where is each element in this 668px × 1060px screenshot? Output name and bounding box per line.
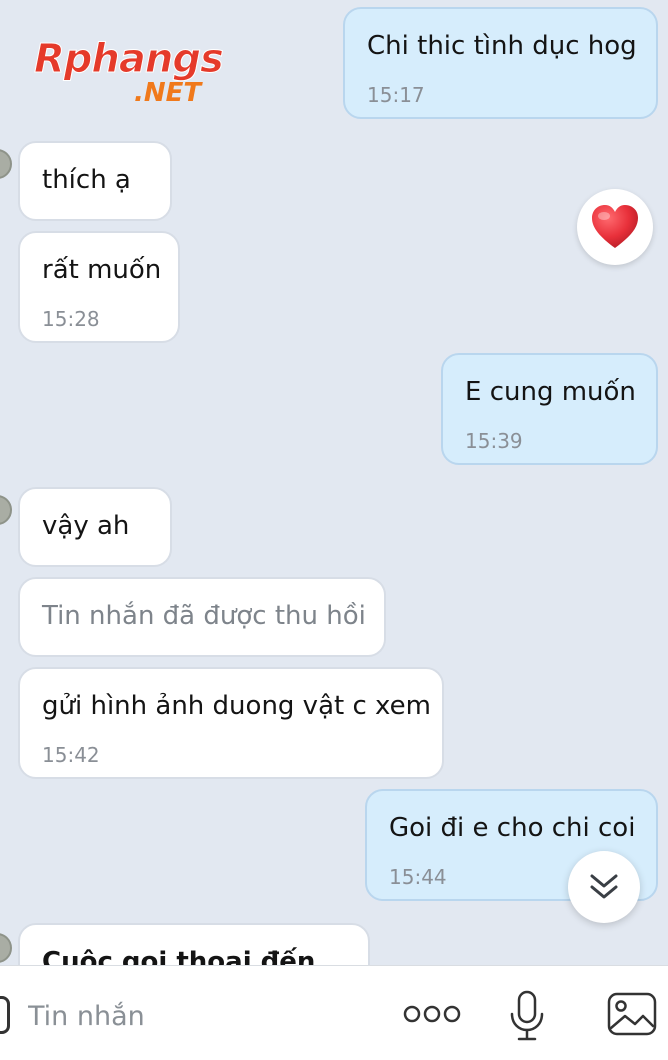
voice-message-button[interactable]: [505, 988, 549, 1044]
message-bubble-incoming[interactable]: rất muốn 15:28: [18, 231, 180, 343]
watermark-logo: Rphangs .NET: [34, 36, 244, 116]
logo-main: Rphangs: [34, 36, 225, 83]
logo-sub: .NET: [134, 78, 202, 108]
microphone-icon: [510, 990, 544, 1041]
sticker-icon[interactable]: [0, 996, 10, 1034]
message-time: 15:44: [389, 865, 447, 889]
message-text: Goi đi e cho chi coi: [389, 813, 636, 843]
reaction-badge[interactable]: [577, 189, 653, 265]
message-input[interactable]: [28, 996, 368, 1036]
chat-area[interactable]: Rphangs .NET Chi thic tình dục hog 15:17…: [0, 0, 668, 965]
message-text: Chi thic tình dục hog: [367, 31, 637, 61]
message-time: 15:17: [367, 83, 425, 107]
message-bubble-outgoing[interactable]: Chi thic tình dục hog 15:17: [343, 7, 658, 119]
message-time: 15:28: [42, 307, 100, 331]
message-text: thích ạ: [42, 165, 131, 195]
call-label: Cuộc gọi thoại đến: [42, 947, 316, 965]
message-time: 15:39: [465, 429, 523, 453]
message-bubble-recalled[interactable]: Tin nhắn đã được thu hồi: [18, 577, 386, 657]
message-bubble-incoming[interactable]: gửi hình ảnh duong vật c xem 15:42: [18, 667, 444, 779]
message-text: E cung muốn: [465, 377, 636, 407]
logo-text: Rphangs: [34, 36, 225, 83]
message-bubble-incoming[interactable]: thích ạ: [18, 141, 172, 221]
image-icon: [607, 992, 657, 1036]
message-text: gửi hình ảnh duong vật c xem: [42, 691, 431, 721]
chevron-double-down-icon: [590, 874, 618, 899]
message-bubble-outgoing[interactable]: E cung muốn 15:39: [441, 353, 658, 465]
message-composer: [0, 965, 668, 1060]
message-text: vậy ah: [42, 511, 130, 541]
more-dots-icon: [403, 1005, 461, 1023]
sender-avatar[interactable]: [0, 495, 12, 525]
message-text: rất muốn: [42, 255, 162, 285]
message-time: 15:42: [42, 743, 100, 767]
sender-avatar[interactable]: [0, 149, 12, 179]
more-button[interactable]: [402, 996, 462, 1032]
message-text: Tin nhắn đã được thu hồi: [42, 601, 366, 631]
heart-icon: [592, 205, 638, 248]
send-image-button[interactable]: [606, 990, 658, 1038]
message-bubble-incoming[interactable]: vậy ah: [18, 487, 172, 567]
message-bubble-call[interactable]: Cuộc gọi thoại đến: [18, 923, 370, 965]
scroll-to-bottom-button[interactable]: [568, 851, 640, 923]
sender-avatar[interactable]: [0, 933, 12, 963]
